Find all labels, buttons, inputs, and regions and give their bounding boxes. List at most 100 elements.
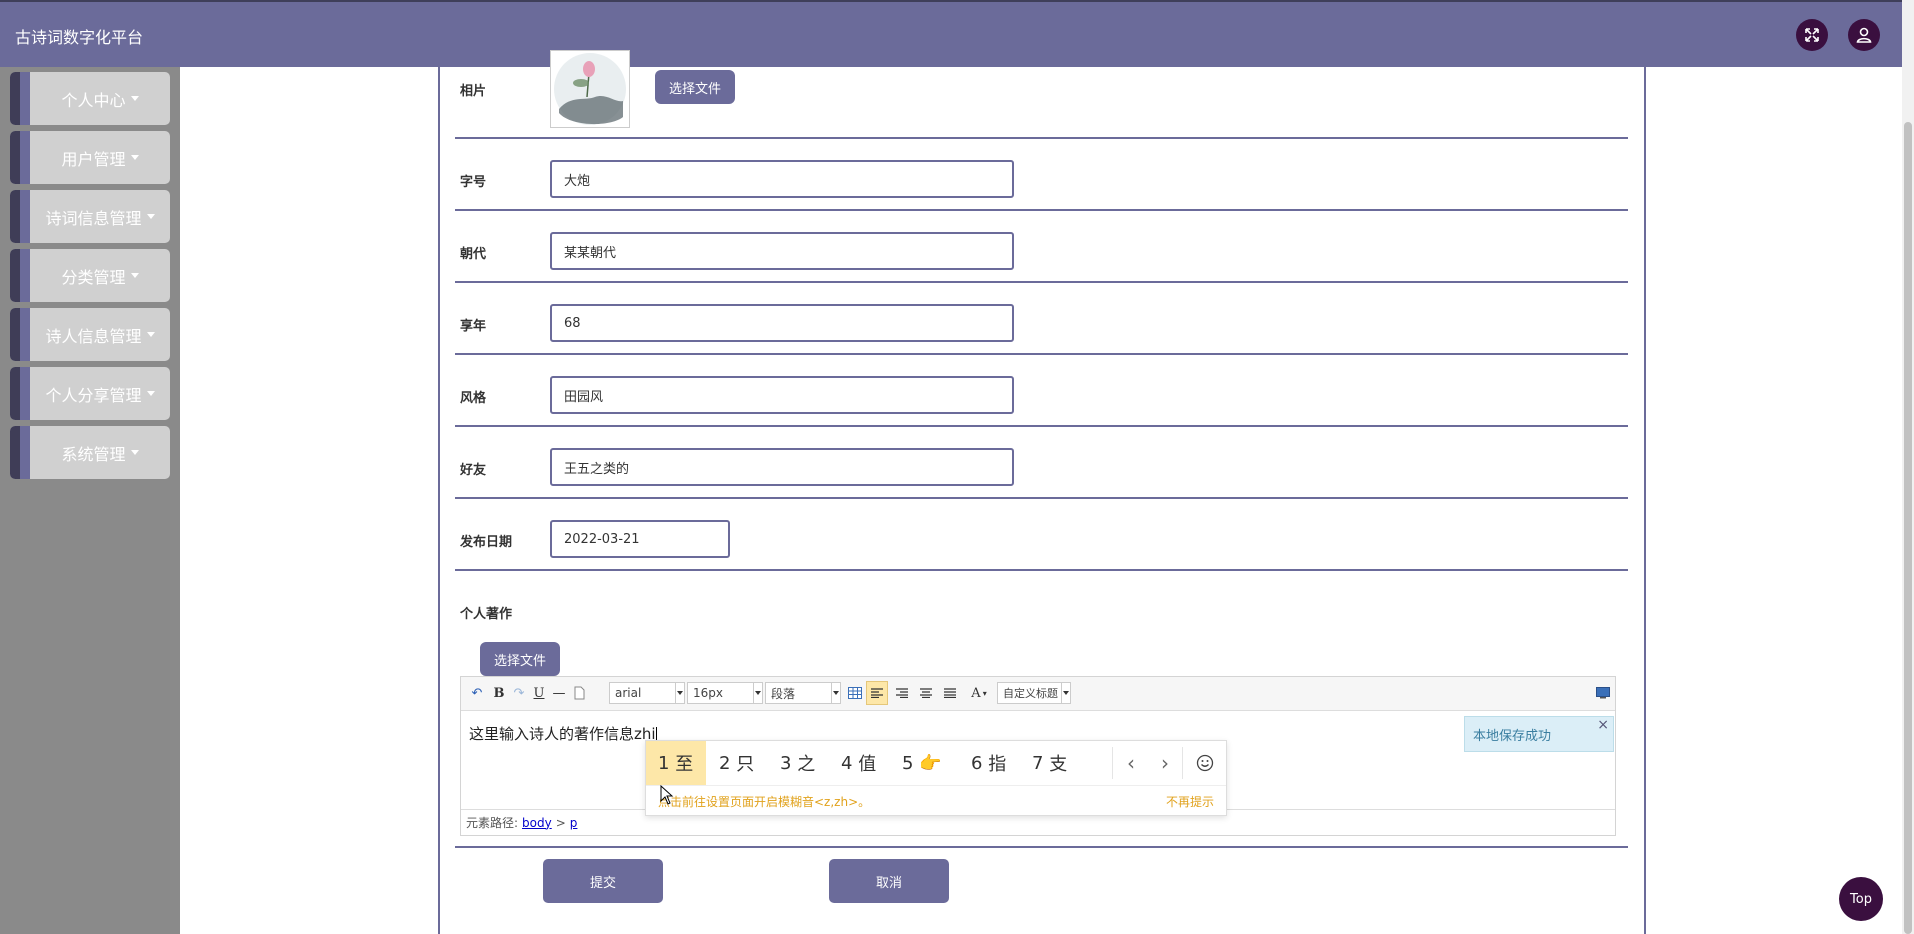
- photo-label: 相片: [460, 84, 487, 99]
- chevron-down-icon: [130, 450, 139, 455]
- sidebar-item-category-management[interactable]: 分类管理: [10, 249, 170, 302]
- path-separator: >: [555, 815, 566, 830]
- font-color-button[interactable]: A ▾: [967, 684, 991, 702]
- bold-button[interactable]: B: [491, 684, 507, 702]
- align-center-icon[interactable]: [917, 684, 935, 702]
- underline-button[interactable]: U: [531, 684, 547, 702]
- redo-icon[interactable]: ↷: [511, 684, 527, 702]
- sidebar: 个人中心 用户管理 诗词信息管理 分类管理 诗人信息管理 个人分享管理 系统管理: [0, 67, 180, 934]
- ime-candidate-popup: 1 至 2 只 3 之 4 值 5 👉 6 指 7 支 ‹ › 点击前往设置页面…: [645, 740, 1227, 816]
- sidebar-item-system-management[interactable]: 系统管理: [10, 426, 170, 479]
- back-to-top-button[interactable]: Top: [1839, 877, 1883, 921]
- fullscreen-icon[interactable]: [1796, 19, 1828, 51]
- paragraph-select[interactable]: 段落: [765, 682, 841, 704]
- page-scrollbar[interactable]: [1902, 0, 1914, 934]
- ime-hint-text[interactable]: 点击前往设置页面开启模糊音<z,zh>。: [658, 793, 870, 810]
- works-choose-file-button[interactable]: 选择文件: [480, 642, 560, 676]
- table-icon[interactable]: [846, 684, 864, 702]
- sidebar-item-label: 用户管理: [61, 149, 126, 169]
- editor-toolbar: ↶ B ↷ U — arial 16px 段落 A ▾ 自定义标题: [461, 677, 1615, 711]
- sidebar-item-label: 个人中心: [61, 90, 126, 110]
- submit-button[interactable]: 提交: [543, 859, 663, 903]
- candidate-text: 至: [675, 754, 694, 775]
- cancel-button[interactable]: 取消: [829, 859, 949, 903]
- chevron-down-icon: [146, 332, 155, 337]
- sidebar-item-user-management[interactable]: 用户管理: [10, 131, 170, 184]
- element-path-label: 元素路径:: [466, 816, 519, 830]
- candidate-number: 5: [902, 752, 914, 774]
- candidate-number: 3: [780, 752, 792, 774]
- align-left-icon[interactable]: [866, 681, 888, 705]
- path-body-link[interactable]: body: [522, 816, 552, 830]
- publish-date-input[interactable]: [550, 520, 730, 558]
- close-icon[interactable]: ×: [1597, 717, 1609, 733]
- align-right-icon[interactable]: [893, 684, 911, 702]
- align-justify-icon[interactable]: [941, 684, 959, 702]
- zihao-input[interactable]: [550, 160, 1014, 198]
- editor-text: 这里输入诗人的著作信息zhi: [469, 725, 656, 743]
- paragraph-value: 段落: [771, 686, 796, 701]
- font-size-value: 16px: [693, 686, 723, 700]
- ime-candidate[interactable]: 2 只: [719, 741, 754, 785]
- ime-prev-icon[interactable]: ‹: [1114, 741, 1148, 785]
- candidate-text: 之: [797, 754, 816, 775]
- zihao-label: 字号: [460, 175, 487, 190]
- age-label: 享年: [460, 319, 487, 334]
- candidate-number: 2: [719, 752, 731, 774]
- candidate-text: 只: [736, 754, 755, 775]
- scrollbar-thumb[interactable]: [1904, 122, 1912, 934]
- ime-next-icon[interactable]: ›: [1148, 741, 1182, 785]
- ime-candidate[interactable]: 4 值: [841, 741, 876, 785]
- friends-label: 好友: [460, 463, 487, 478]
- sidebar-item-poet-management[interactable]: 诗人信息管理: [10, 308, 170, 361]
- font-family-value: arial: [615, 686, 642, 700]
- ime-candidate[interactable]: 5 👉: [902, 741, 942, 785]
- sidebar-item-label: 个人分享管理: [45, 385, 142, 405]
- chevron-down-icon: [130, 273, 139, 278]
- app-title: 古诗词数字化平台: [15, 28, 144, 47]
- sidebar-item-poem-management[interactable]: 诗词信息管理: [10, 190, 170, 243]
- dynasty-label: 朝代: [460, 247, 487, 262]
- age-input[interactable]: [550, 304, 1014, 342]
- ime-candidate[interactable]: 6 指: [971, 741, 1006, 785]
- ime-candidate[interactable]: 7 支: [1032, 741, 1067, 785]
- sidebar-item-personal-center[interactable]: 个人中心: [10, 72, 170, 125]
- user-icon[interactable]: [1848, 19, 1880, 51]
- path-p-link[interactable]: p: [570, 816, 578, 830]
- save-toast: 本地保存成功 ×: [1464, 716, 1614, 752]
- preview-icon[interactable]: [1595, 684, 1611, 702]
- save-toast-text: 本地保存成功: [1473, 728, 1552, 744]
- works-label: 个人著作: [460, 607, 513, 622]
- sidebar-item-label: 系统管理: [61, 444, 126, 464]
- font-color-label: A: [971, 685, 981, 701]
- mouse-cursor-icon: [660, 784, 674, 809]
- candidate-text: 值: [858, 754, 877, 775]
- page-break-icon[interactable]: [571, 684, 587, 702]
- style-label: 风格: [460, 391, 487, 406]
- chevron-down-icon: [146, 214, 155, 219]
- horizontal-rule-icon[interactable]: —: [551, 684, 567, 702]
- font-size-select[interactable]: 16px: [687, 682, 763, 704]
- ime-dismiss-link[interactable]: 不再提示: [1166, 793, 1214, 810]
- chevron-down-icon: [130, 96, 139, 101]
- editor-content[interactable]: 这里输入诗人的著作信息zhi: [469, 723, 657, 744]
- photo-choose-file-button[interactable]: 选择文件: [655, 70, 735, 104]
- publish-date-label: 发布日期: [460, 535, 513, 550]
- custom-title-select[interactable]: 自定义标题: [997, 682, 1071, 704]
- ime-candidate[interactable]: 3 之: [780, 741, 815, 785]
- style-input[interactable]: [550, 376, 1014, 414]
- sidebar-item-label: 分类管理: [61, 267, 126, 287]
- friends-input[interactable]: [550, 448, 1014, 486]
- divider: [455, 281, 1628, 283]
- sidebar-item-share-management[interactable]: 个人分享管理: [10, 367, 170, 420]
- emoji-icon[interactable]: [1184, 741, 1226, 785]
- undo-icon[interactable]: ↶: [469, 684, 485, 702]
- divider: [455, 209, 1628, 211]
- candidate-number: 1: [658, 752, 670, 774]
- dynasty-input[interactable]: [550, 232, 1014, 270]
- divider: [455, 353, 1628, 355]
- font-family-select[interactable]: arial: [609, 682, 685, 704]
- ime-candidate[interactable]: 1 至: [646, 741, 706, 785]
- ime-hint-bar: 点击前往设置页面开启模糊音<z,zh>。 不再提示: [646, 785, 1226, 817]
- poet-photo: [550, 50, 630, 128]
